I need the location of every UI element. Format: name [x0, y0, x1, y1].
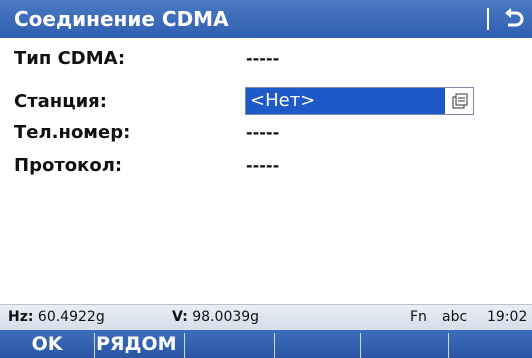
phone-label: Тел.номер:	[14, 122, 131, 143]
softkey-bar: OK РЯДОМ	[0, 330, 532, 358]
v-readout: V: 98.0039g	[172, 305, 259, 329]
cdma-type-label: Тип CDMA:	[14, 48, 126, 69]
station-value[interactable]: <Нет>	[246, 88, 445, 114]
hz-label: Hz:	[8, 309, 34, 325]
title-separator	[487, 8, 489, 30]
window-title: Соединение CDMA	[14, 7, 229, 31]
softkey-f4[interactable]	[274, 330, 360, 358]
station-dropdown[interactable]: <Нет>	[245, 87, 474, 115]
hz-readout: Hz: 60.4922g	[8, 305, 105, 329]
dropdown-list-icon[interactable]	[452, 93, 468, 109]
clock: 19:02	[487, 309, 528, 325]
softkey-f5[interactable]	[360, 330, 448, 358]
v-label: V:	[172, 309, 188, 325]
hz-value: 60.4922g	[37, 309, 105, 325]
softkey-f6[interactable]	[448, 330, 532, 358]
cdma-type-value: -----	[246, 49, 280, 68]
title-bar: Соединение CDMA	[0, 0, 532, 38]
nearby-button[interactable]: РЯДОМ	[94, 330, 184, 358]
back-arrow-icon[interactable]	[500, 6, 526, 32]
fn-indicator: Fn	[410, 309, 427, 325]
input-mode-indicator: abc	[442, 309, 468, 325]
ok-button[interactable]: OK	[0, 330, 94, 358]
station-label: Станция:	[14, 91, 107, 112]
protocol-label: Протокол:	[14, 155, 123, 176]
status-bar: Hz: 60.4922g V: 98.0039g Fn abc 19:02	[0, 304, 532, 330]
softkey-f3[interactable]	[184, 330, 274, 358]
v-value: 98.0039g	[192, 309, 260, 325]
protocol-value: -----	[246, 156, 280, 175]
phone-value: -----	[246, 123, 280, 142]
